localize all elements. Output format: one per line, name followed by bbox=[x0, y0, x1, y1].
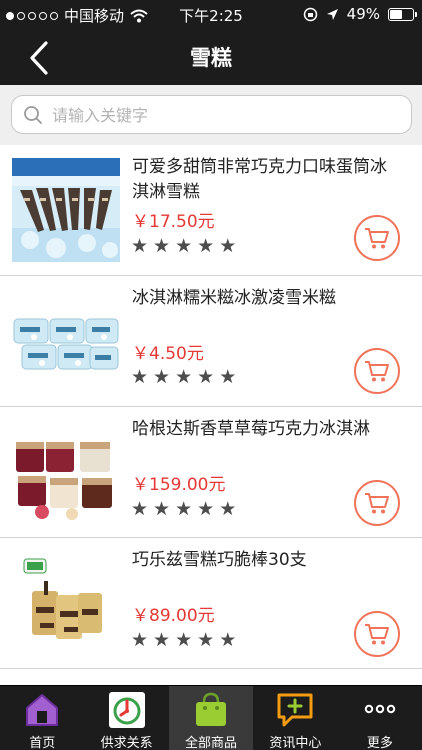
carrier-name: 中国移动 bbox=[64, 7, 125, 25]
product-image bbox=[12, 551, 120, 655]
add-to-cart-button[interactable] bbox=[354, 348, 400, 394]
product-price: ￥4.50元 bbox=[132, 344, 204, 364]
product-price: ￥17.50元 bbox=[132, 212, 215, 232]
page-title: 雪糕 bbox=[190, 46, 232, 70]
star-icon: ★ bbox=[153, 629, 171, 651]
star-icon: ★ bbox=[219, 366, 237, 388]
star-icon: ★ bbox=[219, 629, 237, 651]
add-to-cart-button[interactable] bbox=[354, 215, 400, 261]
signal-strength-icon bbox=[6, 11, 58, 20]
rotation-lock-icon bbox=[303, 7, 317, 21]
status-left: 中国移动 bbox=[6, 5, 148, 26]
product-price: ￥159.00元 bbox=[132, 475, 226, 495]
star-icon: ★ bbox=[197, 629, 215, 651]
star-icon: ★ bbox=[219, 498, 237, 520]
cart-icon bbox=[365, 493, 389, 514]
product-image bbox=[12, 158, 120, 262]
chat-plus-icon bbox=[277, 693, 313, 727]
search-input[interactable] bbox=[52, 102, 392, 128]
shopping-bag-icon bbox=[196, 692, 227, 726]
tab-home[interactable]: 首页 bbox=[0, 686, 84, 750]
add-to-cart-button[interactable] bbox=[354, 480, 400, 526]
product-item[interactable]: 可爱多甜筒非常巧克力口味蛋筒冰淇淋雪糕 ￥17.50元 ★ ★ ★ ★ ★ bbox=[0, 145, 422, 276]
star-icon: ★ bbox=[153, 498, 171, 520]
battery-percent: 49% bbox=[346, 5, 380, 23]
more-icon bbox=[364, 704, 396, 714]
star-icon: ★ bbox=[175, 498, 193, 520]
product-name[interactable]: 冰淇淋糯米糍冰激凌雪米糍 bbox=[132, 286, 402, 311]
star-icon: ★ bbox=[197, 235, 215, 257]
star-icon: ★ bbox=[175, 366, 193, 388]
tab-more[interactable]: 更多 bbox=[338, 686, 422, 750]
wifi-icon bbox=[130, 9, 148, 22]
product-image bbox=[12, 420, 120, 524]
status-bar: 中国移动 下午2:25 49% bbox=[0, 0, 422, 28]
star-icon: ★ bbox=[197, 498, 215, 520]
star-icon: ★ bbox=[175, 629, 193, 651]
product-item[interactable]: 哈根达斯香草草莓巧克力冰淇淋 ￥159.00元 ★ ★ ★ ★ ★ bbox=[0, 407, 422, 538]
product-item[interactable]: 冰淇淋糯米糍冰激凌雪米糍 ￥4.50元 ★ ★ ★ ★ ★ bbox=[0, 276, 422, 407]
add-to-cart-button[interactable] bbox=[354, 611, 400, 657]
search-area bbox=[0, 85, 422, 145]
product-list: 可爱多甜筒非常巧克力口味蛋筒冰淇淋雪糕 ￥17.50元 ★ ★ ★ ★ ★ 冰淇… bbox=[0, 145, 422, 685]
product-rating: ★ ★ ★ ★ ★ bbox=[131, 367, 236, 387]
star-icon: ★ bbox=[131, 366, 149, 388]
product-name[interactable]: 可爱多甜筒非常巧克力口味蛋筒冰淇淋雪糕 bbox=[132, 155, 402, 205]
star-icon: ★ bbox=[131, 629, 149, 651]
cart-icon bbox=[365, 624, 389, 645]
product-price: ￥89.00元 bbox=[132, 606, 215, 626]
star-icon: ★ bbox=[197, 366, 215, 388]
product-rating: ★ ★ ★ ★ ★ bbox=[131, 236, 236, 256]
product-image bbox=[12, 289, 120, 393]
battery-icon bbox=[388, 7, 417, 21]
tab-label: 更多 bbox=[366, 736, 393, 750]
home-icon bbox=[26, 694, 59, 726]
tab-bar: 首页 供求关系 全部商品 资讯中心 更多 bbox=[0, 685, 422, 750]
tab-label: 首页 bbox=[29, 736, 56, 750]
tab-label: 全部商品 bbox=[185, 736, 238, 750]
star-icon: ★ bbox=[153, 366, 171, 388]
star-icon: ★ bbox=[219, 235, 237, 257]
tab-news-center[interactable]: 资讯中心 bbox=[253, 686, 337, 750]
star-icon: ★ bbox=[175, 235, 193, 257]
product-item[interactable]: 巧乐兹雪糕巧脆棒30支 ￥89.00元 ★ ★ ★ ★ ★ bbox=[0, 538, 422, 669]
star-icon: ★ bbox=[131, 235, 149, 257]
tab-label: 资讯中心 bbox=[269, 736, 322, 750]
cart-icon bbox=[365, 228, 389, 249]
location-arrow-icon bbox=[326, 8, 338, 20]
product-rating: ★ ★ ★ ★ ★ bbox=[131, 499, 236, 519]
cart-icon bbox=[365, 361, 389, 382]
tab-supply-demand[interactable]: 供求关系 bbox=[84, 686, 168, 750]
tab-all-products[interactable]: 全部商品 bbox=[168, 686, 254, 750]
search-icon bbox=[24, 106, 42, 124]
status-right: 49% bbox=[303, 5, 417, 23]
star-icon: ★ bbox=[131, 498, 149, 520]
navigation-bar: 雪糕 bbox=[0, 28, 422, 85]
product-rating: ★ ★ ★ ★ ★ bbox=[131, 630, 236, 650]
supply-demand-icon bbox=[108, 692, 145, 728]
star-icon: ★ bbox=[153, 235, 171, 257]
search-box[interactable] bbox=[11, 95, 412, 134]
tab-label: 供求关系 bbox=[100, 736, 153, 750]
product-name[interactable]: 巧乐兹雪糕巧脆棒30支 bbox=[132, 548, 402, 573]
product-name[interactable]: 哈根达斯香草草莓巧克力冰淇淋 bbox=[132, 417, 402, 442]
